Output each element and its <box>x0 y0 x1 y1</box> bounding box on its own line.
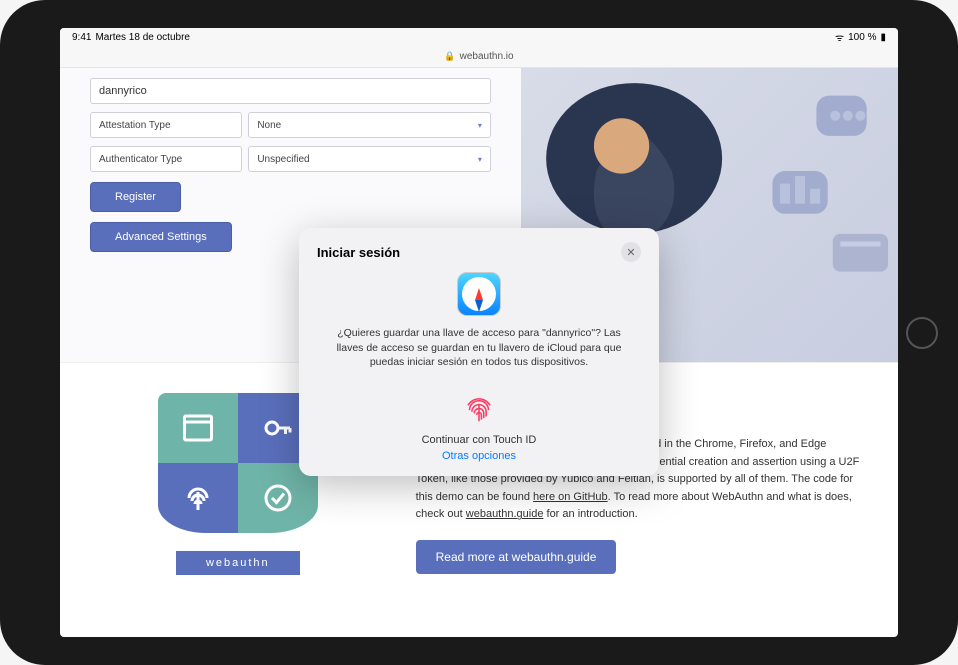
passkey-modal: Iniciar sesión ✕ ¿Quieres guardar una ll… <box>299 228 659 476</box>
home-button[interactable] <box>906 317 938 349</box>
safari-icon <box>457 272 501 316</box>
authenticator-value: Unspecified <box>257 154 309 165</box>
battery-percent: 100 % <box>848 32 876 43</box>
screen: 9:41 Martes 18 de octubre ᯤ 100 % ▮ 🔒 we… <box>60 28 898 637</box>
modal-title: Iniciar sesión <box>317 245 400 260</box>
advanced-settings-button[interactable]: Advanced Settings <box>90 222 232 252</box>
webauthn-guide-link[interactable]: webauthn.guide <box>466 508 544 520</box>
touchid-icon[interactable] <box>458 386 500 428</box>
read-more-button[interactable]: Read more at webauthn.guide <box>416 540 617 574</box>
continue-touchid-label: Continuar con Touch ID <box>317 434 641 446</box>
attestation-select[interactable]: None ▾ <box>248 112 491 138</box>
close-icon[interactable]: ✕ <box>621 242 641 262</box>
github-link[interactable]: here on GitHub <box>533 491 608 503</box>
page-content: Attestation Type None ▾ Authenticator Ty… <box>60 68 898 637</box>
status-bar: 9:41 Martes 18 de octubre ᯤ 100 % ▮ <box>60 28 898 46</box>
chevron-updown-icon: ▾ <box>478 155 482 164</box>
shield-ribbon: webauthn <box>176 551 300 575</box>
status-date: Martes 18 de octubre <box>95 32 190 43</box>
authenticator-label: Authenticator Type <box>90 146 242 172</box>
wifi-icon: ᯤ <box>835 30 844 44</box>
authenticator-select[interactable]: Unspecified ▾ <box>248 146 491 172</box>
ipad-frame: 9:41 Martes 18 de octubre ᯤ 100 % ▮ 🔒 we… <box>0 0 958 665</box>
other-options-link[interactable]: Otras opciones <box>317 450 641 462</box>
shield-fingerprint-icon <box>158 463 238 533</box>
chevron-updown-icon: ▾ <box>478 121 482 130</box>
status-time: 9:41 <box>72 32 91 43</box>
modal-message: ¿Quieres guardar una llave de acceso par… <box>317 326 641 370</box>
lock-icon: 🔒 <box>444 51 455 62</box>
attestation-label: Attestation Type <box>90 112 242 138</box>
username-input[interactable] <box>90 78 491 104</box>
register-button[interactable]: Register <box>90 182 181 212</box>
attestation-value: None <box>257 120 281 131</box>
url-bar[interactable]: 🔒 webauthn.io <box>60 46 898 68</box>
url-text: webauthn.io <box>460 51 514 62</box>
shield-window-icon <box>158 393 238 463</box>
battery-icon: ▮ <box>880 32 886 43</box>
